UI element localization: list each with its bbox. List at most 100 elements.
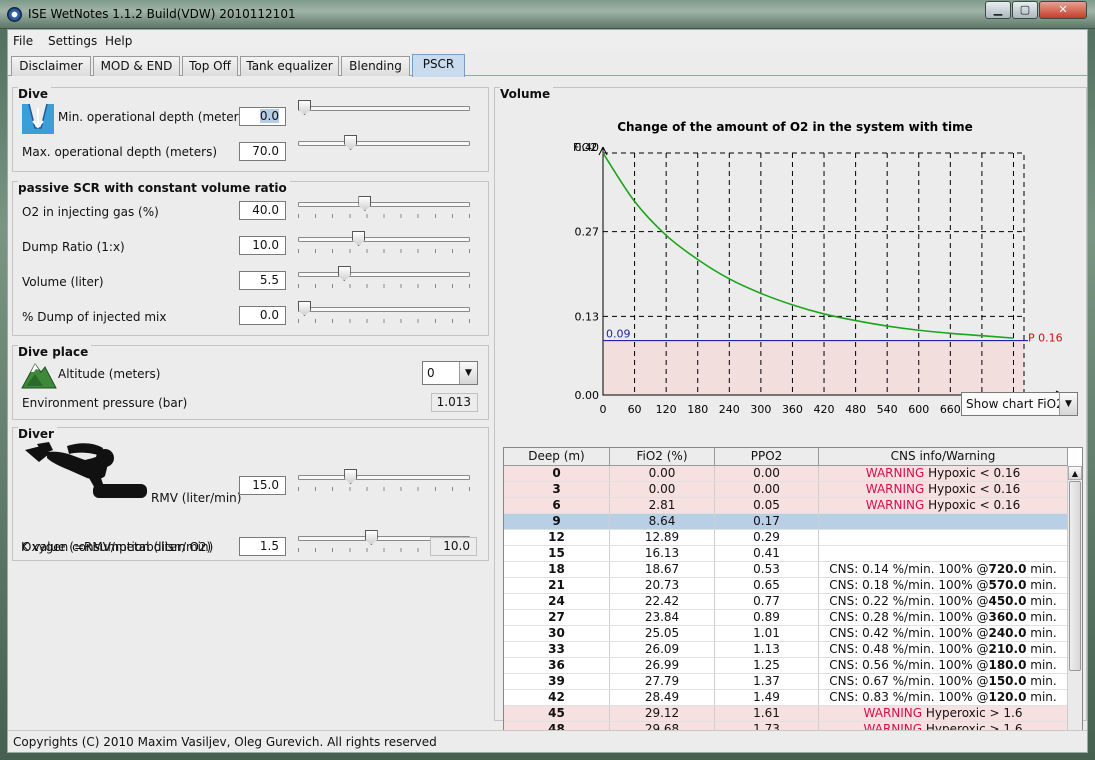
warning-cell: WARNING Hypoxic < 0.16 xyxy=(819,498,1068,513)
window-title: ISE WetNotes 1.1.2 Build(VDW) 2010112101 xyxy=(28,7,296,21)
x-tick-label: 600 xyxy=(908,403,929,416)
scroll-up-icon[interactable]: ▲ xyxy=(1068,466,1082,480)
oxygen-consumption-field[interactable]: 1.5 xyxy=(239,537,286,556)
table-row[interactable]: 36 26.99 1.25 CNS: 0.56 %/min. 100% @180.0 … xyxy=(504,658,1068,674)
dump-ratio-slider[interactable] xyxy=(298,231,470,254)
table-row[interactable]: 21 20.73 0.65 CNS: 0.18 %/min. 100% @570.0 … xyxy=(504,578,1068,594)
table-row[interactable]: 12 12.89 0.29 xyxy=(504,530,1068,546)
header-cns[interactable]: CNS info/Warning xyxy=(819,448,1068,465)
fio2-series-line xyxy=(602,152,1014,339)
header-deep[interactable]: Deep (m) xyxy=(504,448,610,465)
fio2-cell: 2.81 xyxy=(610,498,715,513)
o2-injecting-slider[interactable] xyxy=(298,196,470,219)
ppo2-cell: 0.29 xyxy=(715,530,819,545)
ppo2-cell: 1.49 xyxy=(715,690,819,705)
table-row[interactable]: 45 29.12 1.61 WARNING Hyperoxic > 1.6 xyxy=(504,706,1068,722)
table-row[interactable]: 18 18.67 0.53 CNS: 0.14 %/min. 100% @720.0 … xyxy=(504,562,1068,578)
ppo2-cell: 0.41 xyxy=(715,546,819,561)
pscr-panel: passive SCR with constant volume ratio O… xyxy=(12,181,489,336)
header-ppo2[interactable]: PPO2 xyxy=(715,448,819,465)
ppo2-cell: 0.05 xyxy=(715,498,819,513)
fio2-cell: 18.67 xyxy=(610,562,715,577)
cns-cell: CNS: 0.22 %/min. 100% @450.0 min. xyxy=(819,594,1068,609)
deep-cell: 0 xyxy=(504,466,610,481)
table-row[interactable]: 27 23.84 0.89 CNS: 0.28 %/min. 100% @360.0 … xyxy=(504,610,1068,626)
warning-cell xyxy=(819,530,1068,545)
k-value: 10.0 xyxy=(430,537,477,556)
deep-cell: 33 xyxy=(504,642,610,657)
tab-mod-end[interactable]: MOD & END xyxy=(93,56,180,76)
menu-help[interactable]: Help xyxy=(105,34,132,48)
table-row[interactable]: 9 8.64 0.17 xyxy=(504,514,1068,530)
max-depth-slider[interactable] xyxy=(298,135,470,158)
cns-cell: CNS: 0.48 %/min. 100% @210.0 min. xyxy=(819,642,1068,657)
fio2-cell: 0.00 xyxy=(610,482,715,497)
max-depth-field[interactable]: 70.0 xyxy=(239,142,286,161)
table-row[interactable]: 0 0.00 0.00 WARNING Hypoxic < 0.16 xyxy=(504,466,1068,482)
y-tick-label: 0.13 xyxy=(575,310,600,323)
slider-thumb[interactable] xyxy=(358,196,372,211)
tab-pscr[interactable]: PSCR xyxy=(412,54,465,77)
table-row[interactable]: 33 26.09 1.13 CNS: 0.48 %/min. 100% @210.0 … xyxy=(504,642,1068,658)
warning-cell: WARNING Hypoxic < 0.16 xyxy=(819,482,1068,497)
slider-thumb[interactable] xyxy=(364,530,378,545)
slider-thumb[interactable] xyxy=(352,231,366,246)
deep-cell: 21 xyxy=(504,578,610,593)
table-row[interactable]: 42 28.49 1.49 CNS: 0.83 %/min. 100% @120.0 … xyxy=(504,690,1068,706)
volume-slider[interactable] xyxy=(298,266,470,289)
table-row[interactable]: 24 22.42 0.77 CNS: 0.22 %/min. 100% @450.0 … xyxy=(504,594,1068,610)
min-depth-slider[interactable] xyxy=(298,100,470,123)
deep-cell: 27 xyxy=(504,610,610,625)
chart-select[interactable]: Show chart FiO2 ▼ xyxy=(961,392,1078,416)
limit-marker-label: P 0.16 xyxy=(1028,332,1063,345)
dump-ratio-field[interactable]: 10.0 xyxy=(239,236,286,255)
tab-blending[interactable]: Blending xyxy=(341,56,410,76)
chevron-down-icon[interactable]: ▼ xyxy=(1059,393,1077,415)
env-pressure-value: 1.013 xyxy=(431,393,478,412)
rmv-label: RMV (liter/min) xyxy=(151,491,242,505)
header-fio2[interactable]: FiO2 (%) xyxy=(610,448,715,465)
rmv-field[interactable]: 15.0 xyxy=(239,476,286,495)
min-depth-field[interactable]: 0.0 xyxy=(239,107,286,126)
ppo2-cell: 0.89 xyxy=(715,610,819,625)
y-tick-label: 0.40 xyxy=(575,141,600,154)
table-row[interactable]: 39 27.79 1.37 CNS: 0.67 %/min. 100% @150.0 … xyxy=(504,674,1068,690)
deep-cell: 45 xyxy=(504,706,610,721)
maximize-button[interactable]: ▢ xyxy=(1012,1,1038,19)
table-row[interactable]: 15 16.13 0.41 xyxy=(504,546,1068,562)
rmv-slider[interactable] xyxy=(298,469,470,492)
fio2-cell: 16.13 xyxy=(610,546,715,561)
slider-thumb[interactable] xyxy=(298,100,311,115)
app-icon xyxy=(7,7,22,22)
tab-top-off[interactable]: Top Off xyxy=(182,56,238,76)
cns-cell: CNS: 0.18 %/min. 100% @570.0 min. xyxy=(819,578,1068,593)
ppo2-cell: 0.00 xyxy=(715,466,819,481)
table-row[interactable]: 3 0.00 0.00 WARNING Hypoxic < 0.16 xyxy=(504,482,1068,498)
ppo2-cell: 1.61 xyxy=(715,706,819,721)
pct-dump-field[interactable]: 0.0 xyxy=(239,306,286,325)
tab-tank-equalizer[interactable]: Tank equalizer xyxy=(240,56,339,76)
pct-dump-slider[interactable] xyxy=(298,301,470,324)
slider-thumb[interactable] xyxy=(344,135,358,150)
minimize-button[interactable]: ▁ xyxy=(985,1,1011,19)
menu-settings[interactable]: Settings xyxy=(48,34,97,48)
table-scrollbar[interactable]: ▲ ▼ xyxy=(1067,466,1082,746)
tab-disclaimer[interactable]: Disclaimer xyxy=(11,56,91,76)
volume-field[interactable]: 5.5 xyxy=(239,271,286,290)
dive-place-panel: Dive place Altitude (meters) 0 ▼ Environ… xyxy=(12,345,489,420)
close-button[interactable]: ✕ xyxy=(1039,1,1087,19)
table-row[interactable]: 6 2.81 0.05 WARNING Hypoxic < 0.16 xyxy=(504,498,1068,514)
slider-thumb[interactable] xyxy=(298,301,311,316)
scroll-thumb[interactable] xyxy=(1069,481,1081,671)
cns-cell: CNS: 0.28 %/min. 100% @360.0 min. xyxy=(819,610,1068,625)
chevron-down-icon[interactable]: ▼ xyxy=(459,362,477,384)
altitude-select[interactable]: 0 ▼ xyxy=(422,361,478,385)
menu-file[interactable]: File xyxy=(13,34,33,48)
slider-thumb[interactable] xyxy=(344,469,358,484)
table-row[interactable]: 30 25.05 1.01 CNS: 0.42 %/min. 100% @240.0 … xyxy=(504,626,1068,642)
slider-thumb[interactable] xyxy=(337,266,351,281)
deep-cell: 15 xyxy=(504,546,610,561)
fio2-cell: 0.00 xyxy=(610,466,715,481)
pct-dump-label: % Dump of injected mix xyxy=(22,310,167,324)
o2-injecting-field[interactable]: 40.0 xyxy=(239,201,286,220)
